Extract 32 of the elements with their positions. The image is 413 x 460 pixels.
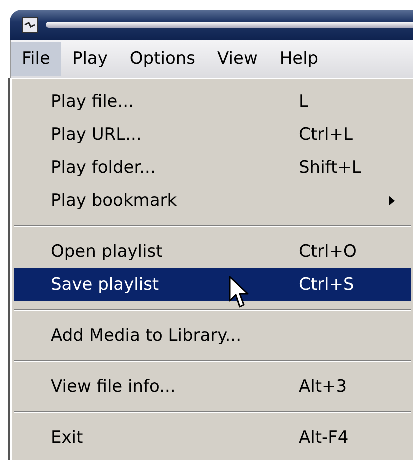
menu-item[interactable]: Play folder... Shift+L	[14, 151, 411, 184]
shortcut-label: Alt+3	[299, 376, 348, 396]
shortcut-label: L	[299, 92, 310, 112]
menu-bar-item[interactable]: Play	[61, 42, 119, 76]
menu-item[interactable]: Open playlist Ctrl+O	[14, 235, 411, 268]
menu-item[interactable]: Exit Alt-F4	[14, 421, 411, 454]
menu-bar-item[interactable]: Help	[268, 42, 330, 76]
menu-item-label: Play file...	[51, 92, 134, 112]
menu-item[interactable]: Add Media to Library...	[14, 319, 411, 352]
menu-item[interactable]: Play file... L	[14, 85, 411, 118]
shortcut-label: Alt-F4	[299, 428, 350, 448]
app-icon[interactable]	[22, 17, 38, 33]
menu-item-label: Exit	[51, 428, 84, 448]
menu-item-label: Add Media to Library...	[51, 326, 242, 346]
menu-item-label: Play URL...	[51, 124, 142, 144]
shortcut-label: Ctrl+O	[299, 242, 358, 262]
menu-item-label: View file info...	[51, 376, 176, 396]
submenu-arrow-icon	[389, 196, 395, 206]
menu-bar-item[interactable]: View	[206, 42, 269, 76]
shortcut-label: Ctrl+S	[299, 274, 356, 294]
menu-item-label: Save playlist	[51, 274, 160, 294]
menu-item[interactable]: View file info... Alt+3	[14, 370, 411, 403]
menu-item-label: Open playlist	[51, 242, 163, 262]
menu-bar-item[interactable]: Options	[118, 42, 206, 76]
cursor-icon	[229, 276, 251, 310]
shortcut-label: Ctrl+L	[299, 124, 354, 144]
menu-item-label: Play bookmark	[51, 190, 178, 210]
shortcut-label: Shift+L	[299, 158, 362, 178]
menu-bar-item[interactable]: File	[11, 42, 62, 76]
menu-item[interactable]: Play URL... Ctrl+L	[14, 118, 411, 151]
menu-item-label: Play folder...	[51, 158, 156, 178]
menu-item[interactable]: Play bookmark	[14, 184, 411, 217]
